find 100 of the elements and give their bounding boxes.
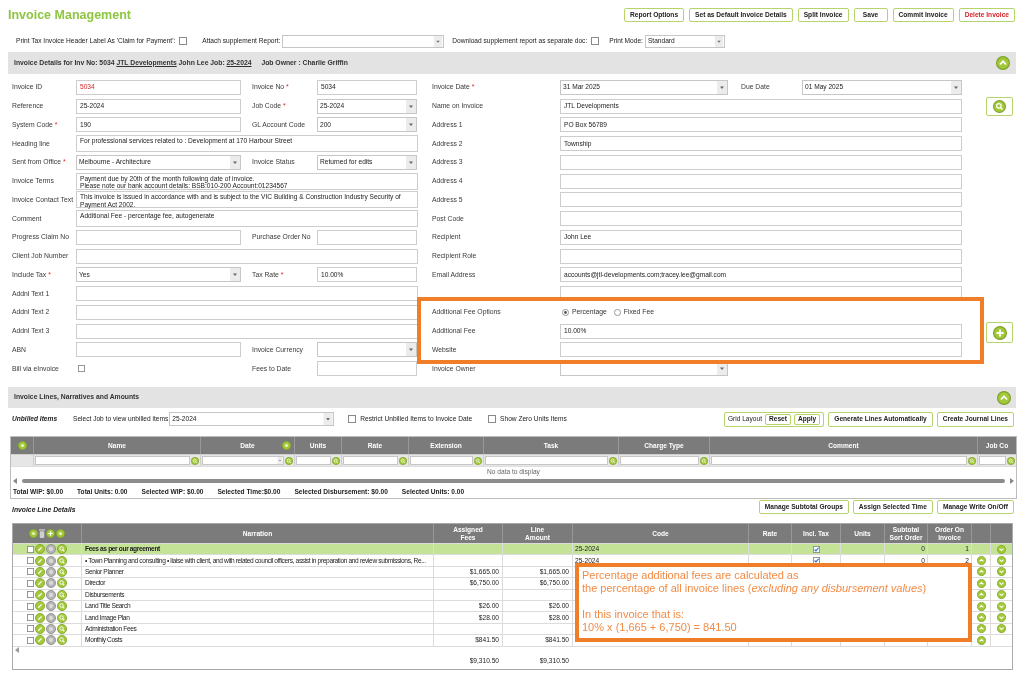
text-field[interactable] xyxy=(560,154,962,170)
filter-field[interactable] xyxy=(343,456,398,465)
radio-button[interactable] xyxy=(613,308,621,316)
checkbox[interactable] xyxy=(27,625,34,633)
caret-icon[interactable] xyxy=(323,413,334,425)
checkbox[interactable] xyxy=(27,579,34,587)
search-icon[interactable] xyxy=(57,601,67,612)
chevron-up-icon[interactable] xyxy=(976,624,986,634)
search-icon[interactable] xyxy=(57,623,67,634)
pencil-icon[interactable] xyxy=(35,544,45,555)
plus-icon[interactable] xyxy=(46,529,55,538)
pencil-icon[interactable] xyxy=(35,589,45,600)
trash-icon[interactable] xyxy=(39,529,45,538)
text-field[interactable] xyxy=(317,361,417,377)
add-button[interactable] xyxy=(986,322,1013,343)
circle-icon[interactable] xyxy=(46,578,56,589)
circle-icon[interactable] xyxy=(46,635,56,646)
chevron-down-icon[interactable] xyxy=(997,544,1006,554)
text-field[interactable] xyxy=(560,342,962,358)
caret-icon[interactable] xyxy=(230,155,240,169)
checkbox[interactable] xyxy=(27,557,34,565)
filter-field[interactable] xyxy=(979,456,1006,465)
text-field[interactable] xyxy=(76,304,418,320)
checkbox[interactable] xyxy=(27,614,34,622)
search-icon[interactable] xyxy=(1007,456,1015,465)
chevron-up-icon[interactable] xyxy=(996,56,1010,70)
circle-icon[interactable] xyxy=(46,612,56,623)
chevron-down-icon[interactable] xyxy=(997,590,1006,600)
pencil-icon[interactable] xyxy=(35,555,45,566)
search-button[interactable] xyxy=(986,97,1013,116)
caret-icon[interactable] xyxy=(277,457,283,464)
caret-icon[interactable] xyxy=(717,362,727,376)
pencil-icon[interactable] xyxy=(35,612,45,623)
pencil-icon[interactable] xyxy=(35,601,45,612)
scroll-right-icon[interactable] xyxy=(1010,478,1014,484)
scroll-left-icon[interactable] xyxy=(15,647,19,653)
filter-field[interactable] xyxy=(410,456,473,465)
chevron-up-icon[interactable] xyxy=(976,590,986,600)
text-field[interactable] xyxy=(76,323,418,339)
checkbox[interactable] xyxy=(591,37,600,45)
dropdown[interactable] xyxy=(282,34,445,48)
checkbox[interactable] xyxy=(78,365,85,373)
filter-field[interactable] xyxy=(202,456,284,465)
chevron-down-icon[interactable] xyxy=(997,556,1006,566)
search-icon[interactable] xyxy=(57,612,67,623)
search-icon[interactable] xyxy=(191,456,199,465)
chevron-down-icon[interactable] xyxy=(997,624,1006,634)
chevron-up-icon[interactable] xyxy=(976,635,986,645)
checkbox[interactable] xyxy=(348,415,357,423)
caret-icon[interactable] xyxy=(717,80,727,94)
search-icon[interactable] xyxy=(57,555,67,566)
text-field[interactable] xyxy=(76,342,241,358)
checkbox[interactable] xyxy=(27,568,34,576)
search-icon[interactable] xyxy=(57,566,67,577)
chevron-down-icon[interactable] xyxy=(997,601,1006,611)
circle-icon[interactable] xyxy=(46,555,56,566)
chevron-up-icon[interactable] xyxy=(976,556,986,566)
search-icon[interactable] xyxy=(968,456,976,465)
search-icon[interactable] xyxy=(57,635,67,646)
circle-icon[interactable] xyxy=(46,589,56,600)
search-icon[interactable] xyxy=(700,456,708,465)
checkbox[interactable] xyxy=(488,415,497,423)
filter-field[interactable] xyxy=(620,456,699,465)
checkbox[interactable] xyxy=(27,545,34,553)
checkbox[interactable] xyxy=(179,37,188,45)
chevron-down-icon[interactable] xyxy=(997,567,1006,577)
circle-icon[interactable] xyxy=(46,544,56,555)
filter-field[interactable] xyxy=(485,456,608,465)
circle-icon[interactable] xyxy=(17,441,27,450)
filter-field[interactable] xyxy=(296,456,331,465)
caret-icon[interactable] xyxy=(406,155,416,169)
checkbox[interactable] xyxy=(812,545,820,553)
chevron-up-icon[interactable] xyxy=(997,390,1011,405)
scroll-left-icon[interactable] xyxy=(13,478,17,484)
caret-icon[interactable] xyxy=(406,118,416,132)
circle-icon[interactable] xyxy=(29,529,38,538)
circle-icon[interactable] xyxy=(46,601,56,612)
chevron-down-icon[interactable] xyxy=(997,578,1006,588)
text-field[interactable] xyxy=(560,173,962,189)
search-icon[interactable] xyxy=(474,456,482,465)
text-field[interactable] xyxy=(317,229,417,245)
text-field[interactable] xyxy=(76,286,418,302)
search-icon[interactable] xyxy=(609,456,617,465)
dropdown[interactable] xyxy=(317,342,417,358)
caret-icon[interactable] xyxy=(230,268,240,282)
chevron-down-icon[interactable] xyxy=(997,613,1006,623)
text-field[interactable] xyxy=(76,248,418,264)
circle-icon[interactable] xyxy=(282,441,291,450)
caret-icon[interactable] xyxy=(713,35,724,47)
caret-icon[interactable] xyxy=(406,343,416,357)
circle-icon[interactable] xyxy=(46,566,56,577)
checkbox[interactable] xyxy=(27,591,34,599)
checkbox[interactable] xyxy=(27,636,34,644)
pencil-icon[interactable] xyxy=(35,635,45,646)
search-icon[interactable] xyxy=(57,578,67,589)
search-icon[interactable] xyxy=(57,544,67,555)
chevron-up-icon[interactable] xyxy=(976,578,986,588)
caret-icon[interactable] xyxy=(406,99,416,113)
filter-field[interactable] xyxy=(711,456,967,465)
checkbox[interactable] xyxy=(27,602,34,610)
